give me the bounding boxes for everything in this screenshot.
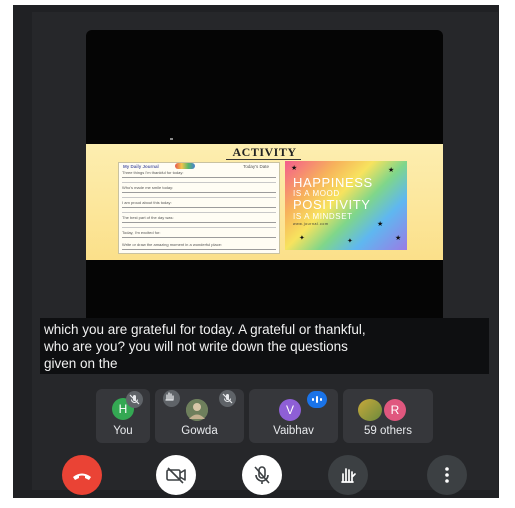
mic-off-icon [126,391,143,408]
caption-line: who are you? you will not write down the… [44,339,348,354]
journal-prompt: The best part of the day was: [122,215,276,223]
poster-line-positivity: POSITIVITY [293,197,371,212]
participant-tile-others[interactable]: R 59 others [343,389,433,443]
journal-line [122,197,276,198]
mic-off-icon [219,390,236,407]
poster-footer: www.journal.com [293,222,329,226]
participant-name: 59 others [364,425,412,437]
journal-prompt: Write or draw the amazing moment in a wo… [122,242,276,250]
journal-line [122,227,276,228]
caption-line: which you are grateful for today. A grat… [44,322,366,337]
star-icon: ★ [377,221,384,228]
shared-slide: ACTIVITY My Daily Journal Today's Date T… [86,144,443,260]
slide-title-underline [226,159,301,160]
star-icon: ★ [395,235,402,242]
star-icon: ★ [291,165,298,172]
avatar: V [279,399,301,421]
cursor-dot [170,138,173,140]
speaking-indicator-icon [307,391,327,408]
journal-prompt: I am proud about this today: [122,200,276,208]
journal-date-label: Today's Date [243,164,269,169]
daily-journal: My Daily Journal Today's Date Three thin… [118,162,280,254]
avatar [186,399,208,421]
participant-name: Gowda [181,425,218,437]
journal-prompt: Who's made me smile today: [122,185,276,193]
journal-prompt: Today, I'm excited for: [122,230,276,238]
journal-prompt: Three things I'm thankful for today: [122,170,276,178]
slide-title: ACTIVITY [232,145,297,159]
participant-name: Vaibhav [273,425,314,437]
participant-name: You [113,425,133,437]
end-call-button[interactable] [62,455,102,495]
participant-tile-vaibhav[interactable]: V Vaibhav [249,389,338,443]
presentation-stage[interactable]: ACTIVITY My Daily Journal Today's Date T… [86,30,443,330]
more-options-button[interactable] [427,455,467,495]
live-caption: which you are grateful for today. A grat… [40,318,489,374]
star-icon: ✦ [347,238,353,245]
star-icon: ★ [388,167,395,174]
avatar: R [384,399,406,421]
poster-line-mindset: IS A MINDSET [293,212,353,221]
microphone-toggle-button[interactable] [242,455,282,495]
journal-line [122,212,276,213]
poster-line-happiness: HAPPINESS [293,175,373,190]
participant-tile-you[interactable]: H You [96,389,150,443]
raise-hand-button[interactable] [328,455,368,495]
star-icon: ✦ [299,235,305,242]
raised-hand-icon [163,390,180,407]
camera-toggle-button[interactable] [156,455,196,495]
caption-line: given on the [44,356,118,371]
happiness-poster: HAPPINESS IS A MOOD POSITIVITY IS A MIND… [285,161,407,250]
journal-logo-icon [175,163,195,169]
journal-heading: My Daily Journal [123,164,159,169]
avatar-group-icon [358,399,382,421]
participant-tile-gowda[interactable]: Gowda [155,389,244,443]
journal-line [122,182,276,183]
